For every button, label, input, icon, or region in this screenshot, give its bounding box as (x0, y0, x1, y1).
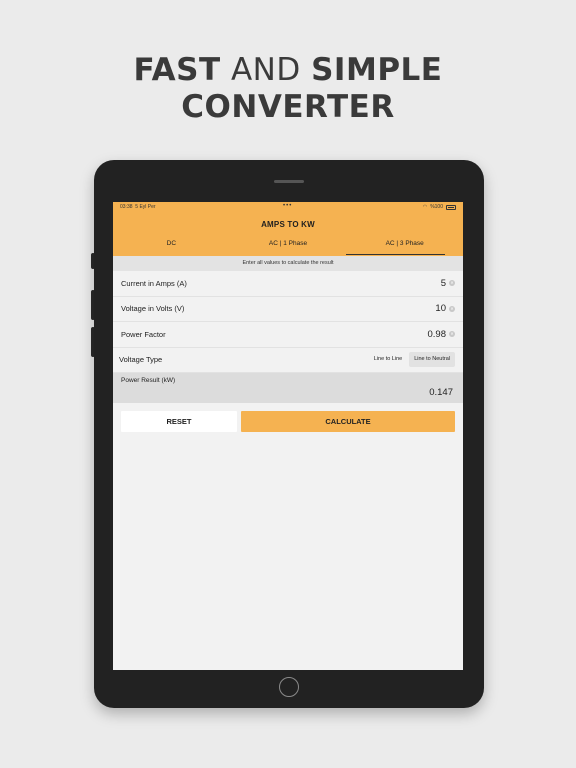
status-time: 03:38 (120, 204, 133, 210)
power-factor-input[interactable]: 0.98 (428, 329, 447, 340)
tab-dc[interactable]: DC (113, 234, 230, 256)
marketing-headline: FAST AND SIMPLE CONVERTER (0, 52, 576, 126)
voltage-type-row: Voltage Type Line to Line Line to Neutra… (113, 348, 463, 373)
status-time-date: 03:38 5 Eyl Per (120, 204, 423, 210)
headline-word-simple: SIMPLE (311, 52, 443, 88)
app-header: 03:38 5 Eyl Per ••• ◠ %100 AMPS TO KW DC… (113, 202, 463, 256)
segment-line-to-line[interactable]: Line to Line (369, 352, 407, 367)
segment-line-to-neutral[interactable]: Line to Neutral (409, 352, 455, 368)
power-factor-row[interactable]: Power Factor 0.98 ✕ (113, 322, 463, 348)
headline-word-fast: FAST (133, 52, 221, 88)
action-buttons: RESET CALCULATE (113, 403, 463, 432)
app-title: AMPS TO KW (261, 220, 315, 229)
phase-tabs: DC AC | 1 Phase AC | 3 Phase (113, 234, 463, 256)
power-factor-label: Power Factor (121, 329, 166, 339)
reset-button[interactable]: RESET (121, 411, 237, 432)
power-result-label: Power Result (kW) (121, 377, 176, 384)
headline-line-1: FAST AND SIMPLE (0, 52, 576, 89)
power-result-value: 0.147 (429, 387, 453, 398)
multitask-dots: ••• (283, 203, 293, 209)
voltage-volts-input[interactable]: 10 (435, 303, 446, 314)
headline-word-and: AND (230, 52, 301, 88)
battery-percent: %100 (430, 204, 443, 210)
instruction-text: Enter all values to calculate the result (113, 256, 463, 271)
clear-icon[interactable]: ✕ (449, 331, 455, 338)
home-button[interactable] (279, 677, 299, 697)
current-amps-input[interactable]: 5 (441, 278, 446, 289)
headline-line-2: CONVERTER (181, 89, 395, 125)
status-date: 5 Eyl Per (135, 204, 156, 210)
voltage-type-segmented-control: Line to Line Line to Neutral (369, 352, 455, 368)
clear-icon[interactable]: ✕ (449, 305, 455, 312)
camera-bar (274, 180, 304, 183)
wifi-icon: ◠ (422, 204, 428, 210)
voltage-volts-label: Voltage in Volts (V) (121, 304, 185, 314)
status-right: ◠ %100 (423, 204, 456, 210)
calculate-button[interactable]: CALCULATE (241, 411, 455, 432)
voltage-volts-row[interactable]: Voltage in Volts (V) 10 ✕ (113, 297, 463, 322)
status-bar: 03:38 5 Eyl Per ••• ◠ %100 (113, 202, 463, 212)
clear-icon[interactable]: ✕ (449, 280, 455, 287)
battery-icon (446, 204, 456, 210)
power-result-panel: Power Result (kW) 0.147 (113, 373, 463, 403)
voltage-type-label: Voltage Type (119, 355, 163, 365)
current-amps-row[interactable]: Current in Amps (A) 5 ✕ (113, 271, 463, 297)
app-screen: 03:38 5 Eyl Per ••• ◠ %100 AMPS TO KW DC… (113, 202, 463, 670)
tab-ac-3-phase[interactable]: AC | 3 Phase (346, 234, 463, 256)
current-amps-label: Current in Amps (A) (121, 278, 187, 288)
tab-ac-1-phase[interactable]: AC | 1 Phase (230, 234, 347, 256)
